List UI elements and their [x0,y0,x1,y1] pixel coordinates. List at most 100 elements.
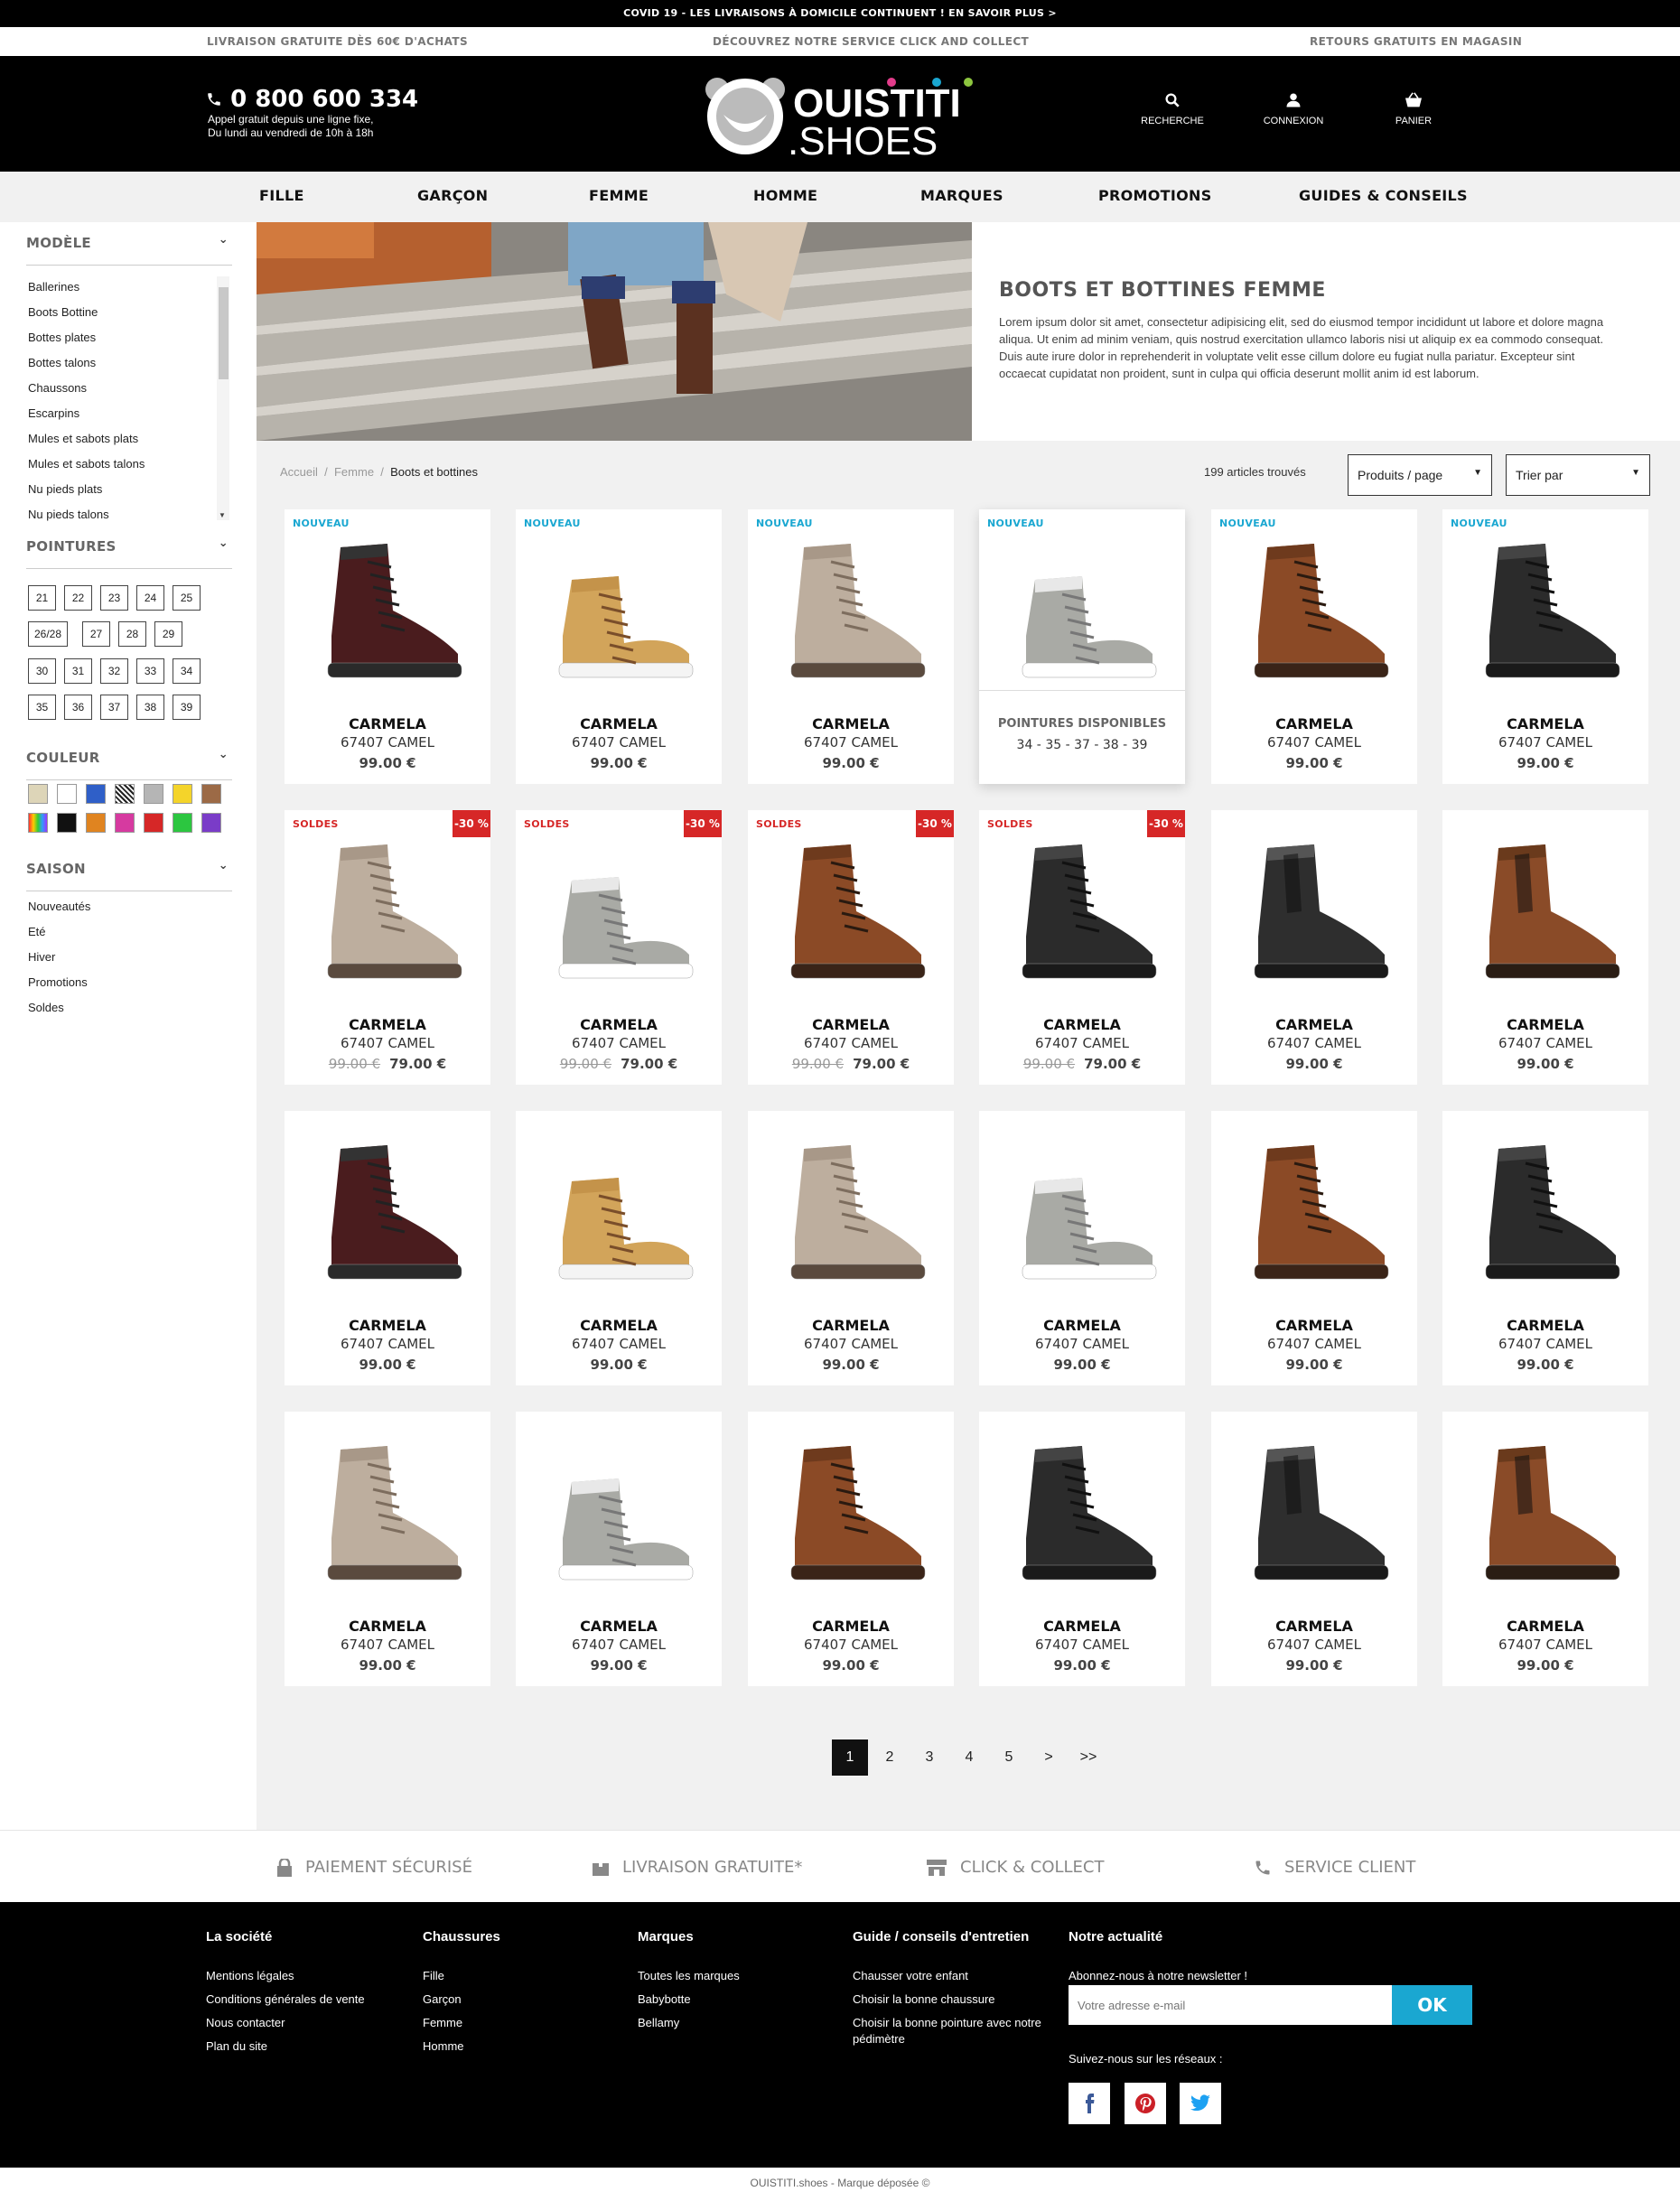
footer-link[interactable]: Fille [423,1964,500,1988]
size-option[interactable]: 32 [100,658,128,684]
size-option[interactable]: 35 [28,695,56,720]
page-link[interactable]: 3 [911,1739,947,1776]
per-page-select[interactable]: Produits / page ▼ [1348,454,1492,496]
product-name[interactable]: CARMELA [285,715,490,732]
size-option[interactable]: 27 [82,621,110,647]
product-card[interactable]: CARMELA 67407 CAMEL 99.00 € [516,1412,722,1686]
size-option[interactable]: 22 [64,585,92,611]
twitter-link[interactable] [1180,2083,1221,2124]
covid-announcement-bar[interactable]: COVID 19 - LES LIVRAISONS À DOMICILE CON… [0,0,1680,27]
nav-promotions[interactable]: PROMOTIONS [1098,187,1212,204]
size-option[interactable]: 30 [28,658,56,684]
footer-link[interactable]: Nous contacter [206,2011,365,2035]
product-image[interactable] [999,828,1165,994]
product-image[interactable] [768,1129,934,1295]
size-option[interactable]: 31 [64,658,92,684]
product-image[interactable] [304,527,471,694]
size-option[interactable]: 37 [100,695,128,720]
color-swatch[interactable] [57,784,77,804]
modele-item[interactable]: Escarpins [28,403,218,428]
product-name[interactable]: CARMELA [1211,1317,1417,1334]
phone-number[interactable]: 0 800 600 334 [206,86,418,113]
page-link[interactable]: > [1031,1739,1067,1776]
size-option[interactable]: 38 [136,695,164,720]
product-image[interactable] [536,527,702,694]
product-name[interactable]: CARMELA [285,1618,490,1635]
size-option[interactable]: 36 [64,695,92,720]
color-swatch[interactable] [173,813,192,833]
product-card[interactable]: NOUVEAU CARMELA 67407 CAMEL 99.00 € [748,509,954,784]
size-option[interactable]: 23 [100,585,128,611]
product-card[interactable]: CARMELA 67407 CAMEL 99.00 € [1211,1111,1417,1385]
color-swatch[interactable] [28,813,48,833]
product-image[interactable] [999,1430,1165,1596]
product-image[interactable] [999,1129,1165,1295]
filter-modele-header[interactable]: MODÈLE ⌄ [26,222,232,266]
filter-saison-header[interactable]: SAISON ⌄ [26,848,232,891]
product-card[interactable]: CARMELA 67407 CAMEL 99.00 € [1442,1412,1648,1686]
size-option[interactable]: 21 [28,585,56,611]
footer-link[interactable]: Choisir la bonne chaussure [853,1988,1051,2011]
filter-couleur-header[interactable]: COULEUR ⌄ [26,737,232,780]
product-card[interactable]: CARMELA 67407 CAMEL 99.00 € [979,1111,1185,1385]
product-image[interactable] [1231,1430,1397,1596]
product-image[interactable] [768,1430,934,1596]
saison-item[interactable]: Hiver [28,947,90,972]
color-swatch[interactable] [115,813,135,833]
product-image[interactable] [304,1430,471,1596]
product-name[interactable]: CARMELA [979,1618,1185,1635]
product-card[interactable]: NOUVEAU POINTURES DISPONIBLES 34 - 35 - 37… [979,509,1185,784]
product-name[interactable]: CARMELA [979,1016,1185,1033]
modele-item[interactable]: Ballerines [28,276,218,302]
modele-item[interactable]: Mules et sabots plats [28,428,218,453]
product-name[interactable]: CARMELA [748,715,954,732]
product-name[interactable]: CARMELA [516,1317,722,1334]
pinterest-link[interactable] [1125,2083,1166,2124]
product-name[interactable]: CARMELA [748,1618,954,1635]
product-card[interactable]: NOUVEAU CARMELA 67407 CAMEL 99.00 € [516,509,722,784]
modele-item[interactable]: Mules et sabots talons [28,453,218,479]
cart-button[interactable]: PANIER [1373,92,1454,126]
product-card[interactable]: CARMELA 67407 CAMEL 99.00 € [748,1111,954,1385]
color-swatch[interactable] [144,813,163,833]
product-image[interactable] [1462,1430,1629,1596]
product-name[interactable]: CARMELA [516,715,722,732]
nav-homme[interactable]: HOMME [753,187,817,204]
modele-item[interactable]: Nu pieds plats [28,479,218,504]
modele-scroll-thumb[interactable] [219,287,229,379]
footer-link[interactable]: Femme [423,2011,500,2035]
search-button[interactable]: RECHERCHE [1132,92,1213,126]
product-name[interactable]: CARMELA [1442,715,1648,732]
product-card[interactable]: SOLDES -30 % CARMELA 67407 CAMEL 99.00 € 79.0… [285,810,490,1085]
color-swatch[interactable] [115,784,135,804]
nav-fille[interactable]: FILLE [259,187,304,204]
color-swatch[interactable] [144,784,163,804]
size-option[interactable]: 39 [173,695,201,720]
footer-link[interactable]: Chausser votre enfant [853,1964,1051,1988]
filter-pointures-header[interactable]: POINTURES ⌄ [26,526,232,569]
saison-item[interactable]: Eté [28,921,90,947]
product-image[interactable] [1462,1129,1629,1295]
product-image[interactable] [768,527,934,694]
click-collect[interactable]: CLICK & COLLECT [926,1858,1105,1877]
product-card[interactable]: CARMELA 67407 CAMEL 99.00 € [285,1412,490,1686]
login-button[interactable]: CONNEXION [1253,92,1334,126]
saison-item[interactable]: Nouveautés [28,896,90,921]
product-card[interactable]: SOLDES -30 % CARMELA 67407 CAMEL 99.00 € 79.0… [516,810,722,1085]
nav-garcon[interactable]: GARÇON [417,187,488,204]
facebook-link[interactable] [1069,2083,1110,2124]
nav-femme[interactable]: FEMME [589,187,649,204]
footer-link[interactable]: Bellamy [638,2011,740,2035]
click-collect-info[interactable]: DÉCOUVREZ NOTRE SERVICE CLICK AND COLLEC… [713,35,1029,48]
product-image[interactable] [536,1129,702,1295]
page-link[interactable]: 2 [872,1739,908,1776]
product-card[interactable]: CARMELA 67407 CAMEL 99.00 € [979,1412,1185,1686]
breadcrumb-femme[interactable]: Femme [334,465,374,479]
page-link[interactable]: 4 [951,1739,987,1776]
product-image[interactable] [304,1129,471,1295]
product-image[interactable] [999,527,1165,694]
footer-link[interactable]: Babybotte [638,1988,740,2011]
size-option[interactable]: 34 [173,658,201,684]
footer-link[interactable]: Mentions légales [206,1964,365,1988]
color-swatch[interactable] [57,813,77,833]
